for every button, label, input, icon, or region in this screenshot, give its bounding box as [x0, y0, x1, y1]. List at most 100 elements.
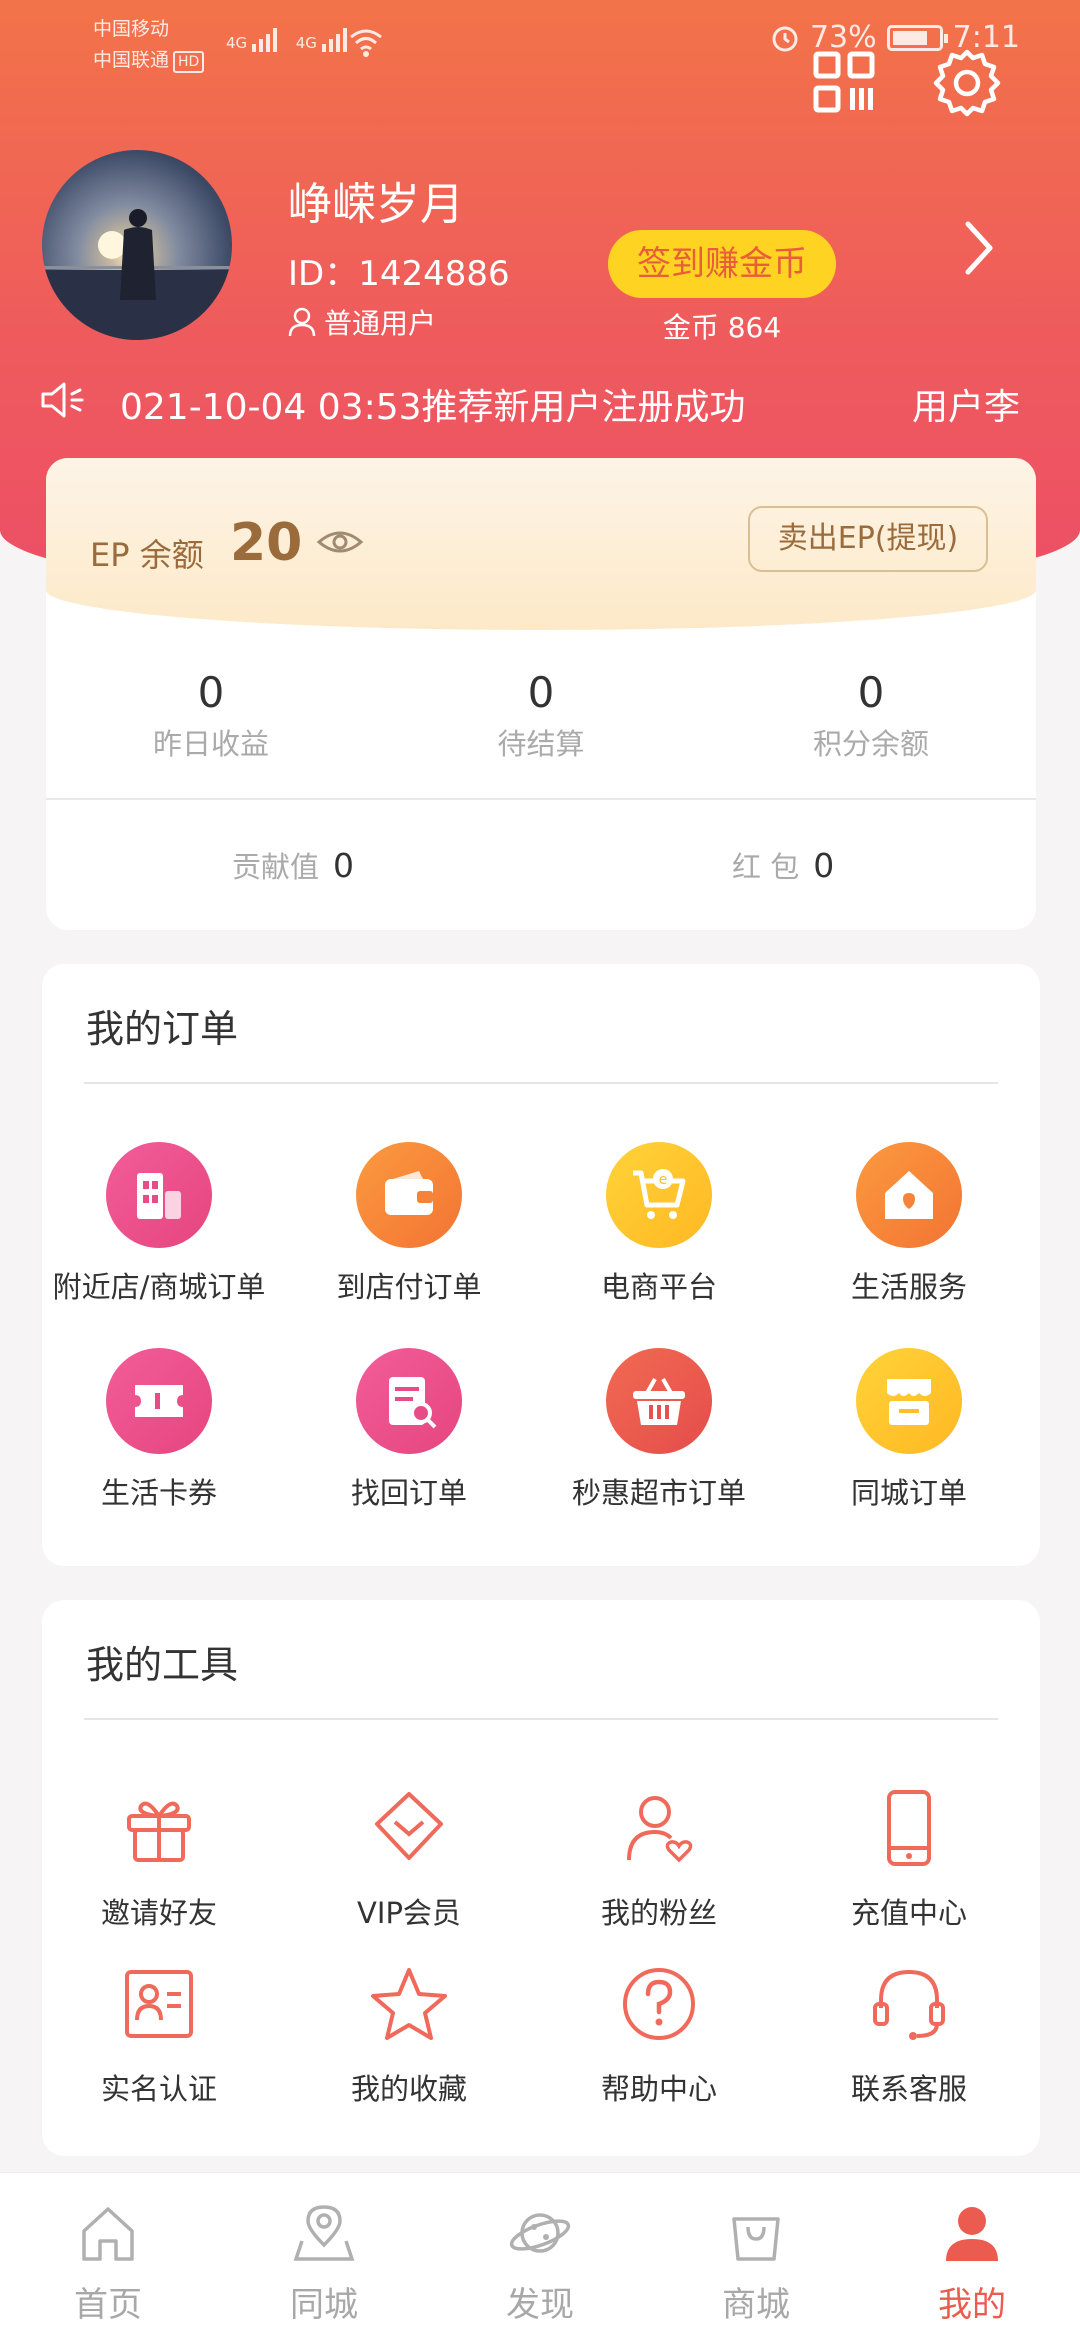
grid-item-label: 充值中心: [850, 1896, 967, 1930]
alarm-icon: [772, 26, 798, 51]
vip-diamond-icon: [375, 1792, 443, 1860]
basket-icon: [633, 1378, 685, 1425]
stat-label: 积分余额: [812, 727, 929, 761]
tool-my-fans[interactable]: 我的粉丝: [534, 1788, 784, 1932]
store-icon: [137, 1173, 181, 1219]
shop-icon: [887, 1379, 931, 1425]
wallet-card: EP 余额 20 卖出EP(提现) 0 昨日收益 0 待结算 0 积分余额 贡献…: [46, 458, 1036, 930]
contribution-stat[interactable]: 贡献值 0: [232, 844, 354, 886]
carrier-2: 中国联通: [93, 49, 170, 71]
tab-label: 发现: [506, 2285, 574, 2325]
grid-item-label: 找回订单: [350, 1476, 467, 1510]
tab-mine[interactable]: 我的: [902, 2201, 1042, 2326]
user-avatar[interactable]: [42, 150, 232, 340]
section-title: 我的工具: [86, 1643, 239, 1687]
order-ecommerce[interactable]: e 电商平台: [534, 1142, 784, 1306]
fans-icon: [627, 1796, 693, 1863]
carrier-1: 中国移动: [93, 18, 170, 40]
user-level-label: 普通用户: [324, 307, 437, 340]
tool-recharge-center[interactable]: 充值中心: [784, 1788, 1034, 1932]
id-card-icon: [125, 1970, 193, 2038]
sell-ep-button[interactable]: 卖出EP(提现): [748, 506, 988, 572]
tool-my-favorites[interactable]: 我的收藏: [284, 1964, 534, 2108]
chevron-right-icon[interactable]: [960, 218, 1000, 278]
user-icon: [946, 2207, 998, 2261]
stat-points-balance[interactable]: 0 积分余额: [706, 668, 1036, 763]
coin-balance: 金币 864: [662, 311, 782, 344]
ep-balance-value: 20: [230, 513, 303, 573]
tool-real-name-auth[interactable]: 实名认证: [34, 1964, 284, 2108]
tool-vip[interactable]: VIP会员: [284, 1788, 534, 1932]
shopping-bag-icon: [732, 2217, 780, 2261]
tab-mall[interactable]: 商城: [686, 2201, 826, 2326]
grid-item-label: 附近店/商城订单: [52, 1270, 266, 1304]
stat-value: 0: [527, 668, 555, 717]
order-retrieve[interactable]: 找回订单: [284, 1348, 534, 1512]
gift-icon: [127, 1801, 191, 1862]
contribution-value: 0: [333, 846, 355, 885]
grid-item-label: 生活卡券: [100, 1476, 217, 1510]
tab-same-city[interactable]: 同城: [254, 2201, 394, 2326]
speaker-icon: [41, 382, 84, 418]
order-same-city[interactable]: 同城订单: [784, 1348, 1034, 1512]
signin-earn-coins-button[interactable]: 签到赚金币: [608, 230, 836, 298]
divider: [84, 1718, 998, 1720]
order-life-coupon[interactable]: 生活卡券: [34, 1348, 284, 1512]
stat-pending-settlement[interactable]: 0 待结算: [376, 668, 706, 763]
tool-help-center[interactable]: 帮助中心: [534, 1964, 784, 2108]
eye-icon[interactable]: [316, 526, 364, 558]
planet-icon: [509, 2213, 571, 2253]
carrier-info: 中国移动 中国联通 HD: [93, 14, 205, 76]
wifi-icon: [350, 29, 382, 57]
star-icon: [371, 1968, 447, 2040]
grid-item-label: 秒惠超市订单: [571, 1476, 746, 1510]
section-title: 我的订单: [86, 1007, 239, 1051]
grid-item-label: 电商平台: [600, 1270, 717, 1304]
grid-item-label: 我的粉丝: [600, 1896, 717, 1930]
my-tools-card: 我的工具 邀请好友 VIP会员 我的粉丝 充值中心 实名认证 我的收藏 帮助中心…: [42, 1600, 1040, 2156]
stat-yesterday-earnings[interactable]: 0 昨日收益: [46, 668, 376, 763]
battery-icon: [886, 24, 948, 51]
person-icon: [288, 307, 316, 337]
house-icon: [885, 1171, 933, 1219]
earnings-stats: 0 昨日收益 0 待结算 0 积分余额: [46, 668, 1036, 763]
notice-message: 021-10-04 03:53推荐新用户注册成功: [120, 387, 746, 428]
headset-icon: [873, 1969, 945, 2040]
contribution-label: 贡献值: [232, 850, 320, 884]
network-type-2: 4G: [295, 34, 317, 52]
network-type-1: 4G: [226, 34, 248, 52]
help-icon: [623, 1968, 695, 2040]
qr-code-icon[interactable]: [810, 48, 880, 118]
signal-icon: [321, 26, 347, 52]
wallet-icon: [385, 1171, 433, 1215]
grid-item-label: 生活服务: [850, 1270, 967, 1304]
stat-value: 0: [197, 668, 225, 717]
svg-text:e: e: [659, 1172, 668, 1188]
grid-item-label: 到店付订单: [336, 1270, 482, 1304]
ticket-icon: [135, 1385, 183, 1417]
order-nearby-store[interactable]: 附近店/商城订单: [34, 1142, 284, 1306]
avatar-photo: [42, 209, 232, 340]
my-orders-card: 我的订单 附近店/商城订单 到店付订单 e 电商平台 生活服务 生活卡券 找回订…: [42, 964, 1040, 1566]
document-search-icon: [389, 1377, 437, 1429]
status-bar: 中国移动 中国联通 HD 4G 4G 73% 7:11: [0, 0, 1080, 80]
grid-item-label: 联系客服: [850, 2072, 967, 2106]
tab-label: 首页: [74, 2285, 142, 2325]
order-life-service[interactable]: 生活服务: [784, 1142, 1034, 1306]
tab-label: 我的: [938, 2285, 1006, 2325]
tab-discover[interactable]: 发现: [470, 2201, 610, 2326]
notice-message: 用户李: [912, 387, 1021, 428]
red-packet-stat[interactable]: 红 包 0: [732, 844, 834, 886]
ep-balance-label: EP 余额: [90, 536, 204, 574]
signal-icon: [251, 26, 277, 52]
notice-marquee[interactable]: 021-10-04 03:53推荐新用户注册成功 用户李: [40, 378, 1080, 428]
user-id: ID：1424886: [288, 254, 510, 294]
order-supermarket[interactable]: 秒惠超市订单: [534, 1348, 784, 1512]
divider: [84, 1082, 998, 1084]
settings-gear-icon[interactable]: [932, 48, 1002, 118]
tool-contact-support[interactable]: 联系客服: [784, 1964, 1034, 2108]
tool-invite-friends[interactable]: 邀请好友: [34, 1788, 284, 1932]
stat-label: 待结算: [497, 727, 585, 761]
order-pay-in-store[interactable]: 到店付订单: [284, 1142, 534, 1306]
tab-home[interactable]: 首页: [38, 2201, 178, 2326]
